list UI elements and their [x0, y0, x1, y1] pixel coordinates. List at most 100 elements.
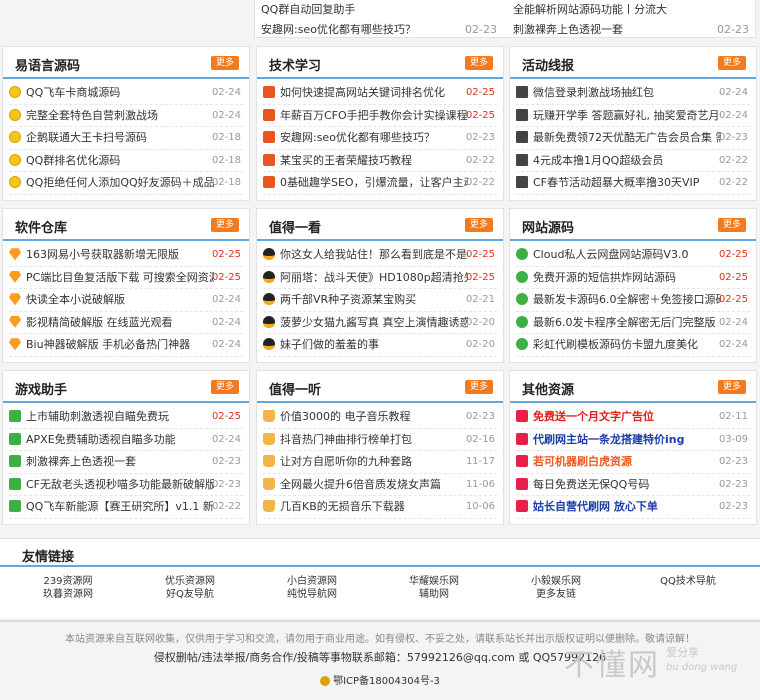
list-item[interactable]: 最新6.0发卡程序全解密无后门完整版 02-24 — [510, 312, 756, 334]
number-icon — [263, 131, 275, 144]
more-button[interactable]: 更多 — [717, 380, 746, 394]
more-button[interactable]: 更多 — [210, 380, 239, 394]
category-header: 网站源码 更多 — [510, 209, 756, 241]
list-item[interactable]: 若可机器刷白虎资源 02-23 — [510, 451, 756, 474]
list-item-date: 02-25 — [465, 109, 495, 121]
list-item[interactable]: 4元成本撸1月QQ超级会员 02-22 — [510, 150, 756, 172]
list-item[interactable]: 刺激裸奔上色透视一套 02-23 — [507, 20, 757, 40]
list-item[interactable]: 彩虹代刷模板源码仿卡盟九度美化 02-24 — [510, 334, 756, 357]
friend-link[interactable]: 239资源网 — [8, 575, 128, 588]
list-item[interactable]: 完整全套特色自营刺激战场 02-24 — [3, 105, 249, 127]
list-item[interactable]: 某宝买的王者荣耀技巧教程 02-22 — [257, 150, 503, 172]
more-button[interactable]: 更多 — [464, 56, 493, 70]
category-title: 技术学习 — [269, 59, 322, 74]
friend-link[interactable]: 更多友链 — [496, 588, 616, 601]
list-item[interactable]: 免费送一个月文字广告位 02-11 — [510, 406, 756, 429]
more-button[interactable]: 更多 — [464, 218, 493, 232]
list-item[interactable]: 姑长自营代刷网 放心下单 02-23 — [510, 496, 756, 519]
list-item-text: 影视精简破解版 在线蓝光观看 — [26, 315, 173, 329]
list-item[interactable]: 妹子们做的羞羞的事 02-20 — [257, 334, 503, 357]
more-button[interactable]: 更多 — [717, 218, 746, 232]
list-item[interactable]: 让对方自愿听你的九种套路 11-17 — [257, 451, 503, 474]
friend-link[interactable]: 华耀娱乐网 — [374, 575, 494, 588]
list-item[interactable]: QQ拒绝任何人添加QQ好友源码＋成品 02-18 — [3, 172, 249, 195]
list-item[interactable]: 两千部VR种子资源某宝购买 02-21 — [257, 289, 503, 312]
list-item[interactable]: 年薪百万CFO手把手教你会计实操课程分享02-25 — [257, 105, 503, 127]
list-item[interactable]: 阿丽塔：战斗天使》HD1080p超清抢先版 02-25 — [257, 267, 503, 289]
list-item[interactable]: 影视精简破解版 在线蓝光观看 02-24 — [3, 312, 249, 334]
thumb-icon — [263, 500, 275, 513]
friend-link[interactable]: 辅助网 — [374, 588, 494, 601]
list-item-text: 免费开源的短信拱炸网站源码 — [533, 270, 676, 284]
list-item[interactable]: 上市辅助刺激透视自瞄免费玩 02-25 — [3, 406, 249, 429]
friend-link[interactable]: 优乐资源网 — [130, 575, 250, 588]
list-item-text: QQ飞车卡商城源码 — [26, 86, 121, 99]
category-list: 163网易小号获取器新增无限版 02-25 PC端比目鱼复活版下载 可搜索全网资源 … — [3, 241, 249, 357]
list-item[interactable]: 代刷网主站一条龙搭建特价ing 03-09 — [510, 429, 756, 451]
list-item[interactable]: 几百KB的无损音乐下载器 10-06 — [257, 496, 503, 519]
music-icon — [516, 410, 528, 423]
list-item[interactable]: Cloud私人云网盘网站源码V3.0 02-25 — [510, 244, 756, 267]
checkbox-icon — [9, 455, 21, 468]
list-item-text: 0基础趣学SEO，引爆流量，让客户主动找 — [280, 176, 468, 189]
list-item[interactable]: 刺激裸奔上色透视一套 02-23 — [3, 451, 249, 474]
friend-link[interactable]: QQ技术导航 — [628, 575, 748, 588]
penguin-icon — [263, 315, 275, 328]
friend-link[interactable]: 小毅娱乐网 — [496, 575, 616, 588]
list-item[interactable]: 全能解析网站源码功能丨分流大 — [507, 0, 757, 20]
list-item[interactable]: APXE免费辅助透视自瞄多功能 02-24 — [3, 429, 249, 451]
footer-icp-link[interactable]: 鄂ICP备18004304号-3 — [333, 676, 440, 687]
more-button[interactable]: 更多 — [210, 218, 239, 232]
list-item-date: 11-06 — [465, 478, 495, 490]
list-item[interactable]: CF无敌老头透视秒喵多功能最新破解版 02-23 — [3, 474, 249, 496]
list-item[interactable]: 你这女人给我站住！那么看到底是不是想勾02-25 — [257, 244, 503, 267]
list-item[interactable]: QQ飞车新能源【赛王研究所】v1.1 新版本02-22 — [3, 496, 249, 519]
more-button[interactable]: 更多 — [210, 56, 239, 70]
more-button[interactable]: 更多 — [464, 380, 493, 394]
category-list: 价值3000的 电子音乐教程 02-23 抖音热门神曲排行榜单打包 02-16 让对方自… — [257, 403, 503, 519]
list-item[interactable]: PC端比目鱼复活版下载 可搜索全网资源 原 02-25 — [3, 267, 249, 289]
list-item[interactable]: 菠萝少女猫九酱写真 真空上演情趣诱惑 02-20 — [257, 312, 503, 334]
friend-link[interactable]: 好Q友导航 — [130, 588, 250, 601]
more-button[interactable]: 更多 — [717, 56, 746, 70]
friend-links-title: 友情链接 — [22, 550, 75, 565]
list-item-date: 02-20 — [465, 316, 495, 328]
category-title: 网站源码 — [522, 221, 575, 236]
list-item[interactable]: 如何快速提高网站关键词排名优化 02-25 — [257, 82, 503, 105]
list-item-text: 玩赚开学季 答题赢好礼, 抽奖爱奇艺月卡/电 — [533, 108, 721, 122]
list-item[interactable]: 163网易小号获取器新增无限版 02-25 — [3, 244, 249, 267]
category-header: 活动线报 更多 — [510, 47, 756, 79]
list-item[interactable]: 最新发卡源码6.0全解密＋免签接口源码 02-25 — [510, 289, 756, 312]
list-item[interactable]: Biu神器破解版 手机必备热门神器 02-24 — [3, 334, 249, 357]
list-item[interactable]: 微信登录刺激战场抽红包 02-24 — [510, 82, 756, 105]
checkbox-icon — [9, 410, 21, 423]
list-item[interactable]: 免费开源的短信拱炸网站源码 02-25 — [510, 267, 756, 289]
friend-link-column: 华耀娱乐网 辅助网 — [374, 575, 494, 601]
list-item[interactable]: 玩赚开学季 答题赢好礼, 抽奖爱奇艺月卡/电02-24 — [510, 105, 756, 127]
list-item[interactable]: QQ群自动回复助手 — [255, 0, 505, 20]
list-item[interactable]: 安趣网:seo优化都有哪些技巧？ 02-23 — [257, 127, 503, 150]
list-item[interactable]: 最新免费领72天优酷无广告会员合集 需要 02-23 — [510, 127, 756, 150]
friend-link[interactable]: 玖暮资源网 — [8, 588, 128, 601]
list-item[interactable]: 企鹅联通大王卡扫号源码 02-18 — [3, 127, 249, 150]
list-item[interactable]: 安趣网:seo优化都有哪些技巧？ 02-23 — [255, 20, 505, 40]
list-item[interactable]: 快读全本小说破解版 02-24 — [3, 289, 249, 312]
list-item[interactable]: 全网最火提升6倍音质发烧女声篇 11-06 — [257, 474, 503, 496]
list-item[interactable]: 每日免费送无保QQ号码 02-23 — [510, 474, 756, 496]
list-item[interactable]: 抖音热门神曲排行榜单打包 02-16 — [257, 429, 503, 451]
list-item-text: Cloud私人云网盘网站源码V3.0 — [533, 248, 689, 261]
smile-icon — [9, 131, 21, 144]
list-item[interactable]: 价值3000的 电子音乐教程 02-23 — [257, 406, 503, 429]
list-item[interactable]: 0基础趣学SEO，引爆流量，让客户主动找 02-22 — [257, 172, 503, 195]
list-item[interactable]: QQ群排名优化源码 02-18 — [3, 150, 249, 172]
list-item[interactable]: CF春节活动超暴大概率撸30天VIP 02-22 — [510, 172, 756, 195]
friend-link[interactable]: 纯悦导航网 — [252, 588, 372, 601]
category-header: 软件仓库 更多 — [3, 209, 249, 241]
friend-link[interactable]: 小白资源网 — [252, 575, 372, 588]
category-box: 值得一听 更多 价值3000的 电子音乐教程 02-23 抖音热门神曲排行榜单打包 02-… — [256, 370, 504, 525]
category-box: 网站源码 更多 Cloud私人云网盘网站源码V3.0 02-25 免费开源的短信拱炸网站… — [509, 208, 757, 363]
list-item-date: 02-23 — [718, 478, 748, 490]
watermark-main: 不懂网 — [564, 648, 660, 683]
list-item[interactable]: QQ飞车卡商城源码 02-24 — [3, 82, 249, 105]
list-item-text: 若可机器刷白虎资源 — [533, 455, 632, 468]
